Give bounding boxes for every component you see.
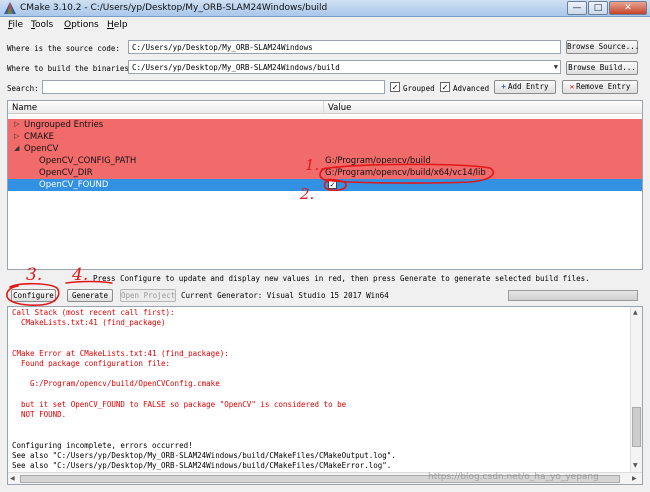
tree-row-opencv-dir[interactable]: OpenCV_DIR G:/Program/opencv/build/x64/v…	[8, 167, 642, 179]
watermark-text: https://blog.csdn.net/o_ha_yo_yepang	[428, 472, 599, 482]
column-header-name[interactable]: Name	[12, 103, 37, 113]
add-entry-label: Add Entry	[507, 82, 549, 91]
menu-tools[interactable]: Tools	[31, 20, 53, 30]
remove-icon: ✕	[569, 82, 575, 91]
source-label: Where is the source code:	[7, 44, 120, 53]
tree-row-name: OpenCV_DIR	[39, 168, 93, 178]
tree-row-name: Ungrouped Entries	[24, 120, 104, 130]
generate-button[interactable]: Generate	[67, 289, 113, 302]
minimize-button[interactable]: —	[567, 1, 587, 15]
configure-button[interactable]: Configure	[11, 289, 56, 302]
output-line: Configuring incomplete, errors occurred!	[12, 440, 193, 450]
expand-arrow-icon[interactable]: ▷	[14, 132, 19, 140]
source-path-input[interactable]: C:/Users/yp/Desktop/My_ORB-SLAM24Windows	[128, 40, 561, 54]
menu-file[interactable]: File	[8, 20, 23, 30]
menu-options[interactable]: Options	[64, 20, 99, 30]
build-path-combo[interactable]: C:/Users/yp/Desktop/My_ORB-SLAM24Windows…	[128, 60, 561, 74]
advanced-checkbox[interactable]: ✓	[440, 82, 450, 92]
tree-row-value[interactable]: G:/Program/opencv/build	[325, 156, 431, 166]
grouped-checkbox[interactable]: ✓	[390, 82, 400, 92]
tree-row-name: OpenCV_FOUND	[39, 180, 109, 190]
tree-row-value[interactable]: G:/Program/opencv/build/x64/vc14/lib	[325, 168, 486, 178]
column-divider[interactable]	[323, 101, 324, 114]
menu-help[interactable]: Help	[107, 20, 128, 30]
cmake-logo-icon	[4, 2, 16, 14]
tree-row-opencv-config-path[interactable]: OpenCV_CONFIG_PATH G:/Program/opencv/bui…	[8, 155, 642, 167]
output-line: Call Stack (most recent call first):	[12, 308, 175, 317]
checkmark-icon: ✓	[441, 83, 449, 92]
output-line: Found package configuration file:	[12, 359, 171, 368]
build-path-value: C:/Users/yp/Desktop/My_ORB-SLAM24Windows…	[132, 63, 340, 72]
hint-text: Press Configure to update and display ne…	[93, 274, 590, 283]
output-line: CMake Error at CMakeLists.txt:41 (find_p…	[12, 348, 229, 358]
checkmark-icon: ✓	[391, 83, 399, 92]
tree-row-opencv-found[interactable]: OpenCV_FOUND ✓	[8, 179, 642, 191]
tree-row-ungrouped[interactable]: ▷ Ungrouped Entries	[8, 119, 642, 131]
plus-icon: +	[501, 82, 506, 91]
menu-bar: File Tools Options Help	[0, 17, 650, 34]
browse-build-button[interactable]: Browse Build...	[566, 61, 638, 75]
opencv-found-checkbox[interactable]: ✓	[328, 180, 337, 189]
advanced-label: Advanced	[453, 84, 490, 93]
remove-entry-button[interactable]: ✕ Remove Entry	[562, 80, 638, 94]
vertical-scrollbar[interactable]: ▲ ▼	[630, 307, 642, 472]
scroll-up-icon[interactable]: ▲	[633, 309, 638, 316]
output-line: G:/Program/opencv/build/OpenCVConfig.cma…	[12, 379, 220, 389]
scroll-thumb[interactable]	[632, 407, 641, 447]
progress-bar	[508, 290, 638, 301]
window-title: CMake 3.10.2 - C:/Users/yp/Desktop/My_OR…	[20, 3, 328, 13]
maximize-button[interactable]: □	[588, 1, 608, 15]
search-label: Search:	[7, 84, 39, 93]
remove-entry-label: Remove Entry	[576, 82, 631, 91]
output-line: See also "C:/Users/yp/Desktop/My_ORB-SLA…	[12, 461, 392, 470]
tree-header: Name Value	[8, 101, 642, 114]
column-header-value[interactable]: Value	[328, 103, 351, 113]
output-line: See also "C:/Users/yp/Desktop/My_ORB-SLA…	[12, 450, 396, 460]
cache-tree[interactable]: Name Value ▷ Ungrouped Entries ▷ CMAKE ◢…	[7, 100, 643, 270]
chevron-down-icon[interactable]: ▼	[554, 63, 558, 71]
output-line: NOT FOUND.	[12, 410, 67, 419]
scroll-right-icon[interactable]: ▶	[632, 475, 637, 482]
scroll-left-icon[interactable]: ◀	[10, 475, 15, 482]
grouped-label: Grouped	[403, 84, 435, 93]
close-button[interactable]: ✕	[609, 1, 647, 15]
output-line: but it set OpenCV_FOUND to FALSE so pack…	[12, 399, 347, 409]
collapse-arrow-icon[interactable]: ◢	[14, 144, 19, 152]
title-bar: CMake 3.10.2 - C:/Users/yp/Desktop/My_OR…	[0, 0, 650, 17]
checkmark-icon: ✓	[329, 181, 336, 189]
tree-row-name: OpenCV	[24, 144, 59, 154]
current-generator: Current Generator: Visual Studio 15 2017…	[181, 291, 389, 300]
output-log[interactable]: See also "C:/Users/yp/Desktop/My_ORB-SLA…	[7, 306, 643, 485]
browse-source-button[interactable]: Browse Source...	[566, 40, 639, 54]
tree-row-name: OpenCV_CONFIG_PATH	[39, 156, 137, 166]
scroll-down-icon[interactable]: ▼	[633, 462, 638, 469]
output-line: CMakeLists.txt:41 (find_package)	[12, 318, 166, 328]
tree-row-opencv[interactable]: ◢ OpenCV	[8, 143, 642, 155]
open-project-button[interactable]: Open Project	[120, 289, 176, 302]
build-label: Where to build the binaries:	[7, 64, 134, 73]
expand-arrow-icon[interactable]: ▷	[14, 120, 19, 128]
search-input[interactable]	[42, 80, 385, 94]
tree-row-cmake[interactable]: ▷ CMAKE	[8, 131, 642, 143]
add-entry-button[interactable]: + Add Entry	[494, 80, 556, 94]
tree-row-name: CMAKE	[24, 132, 55, 142]
